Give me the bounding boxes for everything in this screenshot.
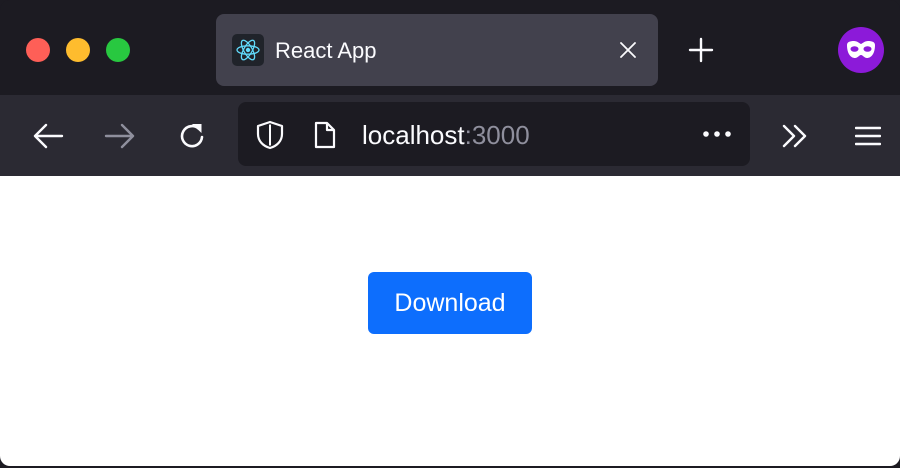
page-content: Download xyxy=(0,176,900,466)
page-icon[interactable] xyxy=(312,120,338,150)
reload-icon[interactable] xyxy=(172,116,212,156)
url-host: localhost xyxy=(362,120,465,150)
arrow-right-icon[interactable] xyxy=(100,116,140,156)
navigation-toolbar: localhost:3000 xyxy=(0,95,900,176)
tab-bar: React App xyxy=(0,0,900,95)
more-horizontal-icon[interactable] xyxy=(700,119,734,149)
url-port: :3000 xyxy=(464,120,530,150)
url-bar[interactable]: localhost:3000 xyxy=(238,102,750,166)
react-logo-icon xyxy=(232,34,264,66)
chevrons-right-icon[interactable] xyxy=(775,116,815,156)
close-icon[interactable] xyxy=(614,36,642,64)
browser-window: React App localhost:3000 Download xyxy=(0,0,900,468)
window-minimize-button[interactable] xyxy=(66,38,90,62)
arrow-left-icon[interactable] xyxy=(28,116,68,156)
download-button[interactable]: Download xyxy=(368,272,532,334)
window-close-button[interactable] xyxy=(26,38,50,62)
window-maximize-button[interactable] xyxy=(106,38,130,62)
tab-react-app[interactable]: React App xyxy=(216,14,658,86)
url-text[interactable]: localhost:3000 xyxy=(362,120,530,150)
tab-title: React App xyxy=(275,38,377,63)
hamburger-menu-icon[interactable] xyxy=(848,116,888,156)
plus-icon[interactable] xyxy=(684,33,718,67)
shield-icon[interactable] xyxy=(255,120,285,150)
private-browsing-mask-icon[interactable] xyxy=(838,27,884,73)
